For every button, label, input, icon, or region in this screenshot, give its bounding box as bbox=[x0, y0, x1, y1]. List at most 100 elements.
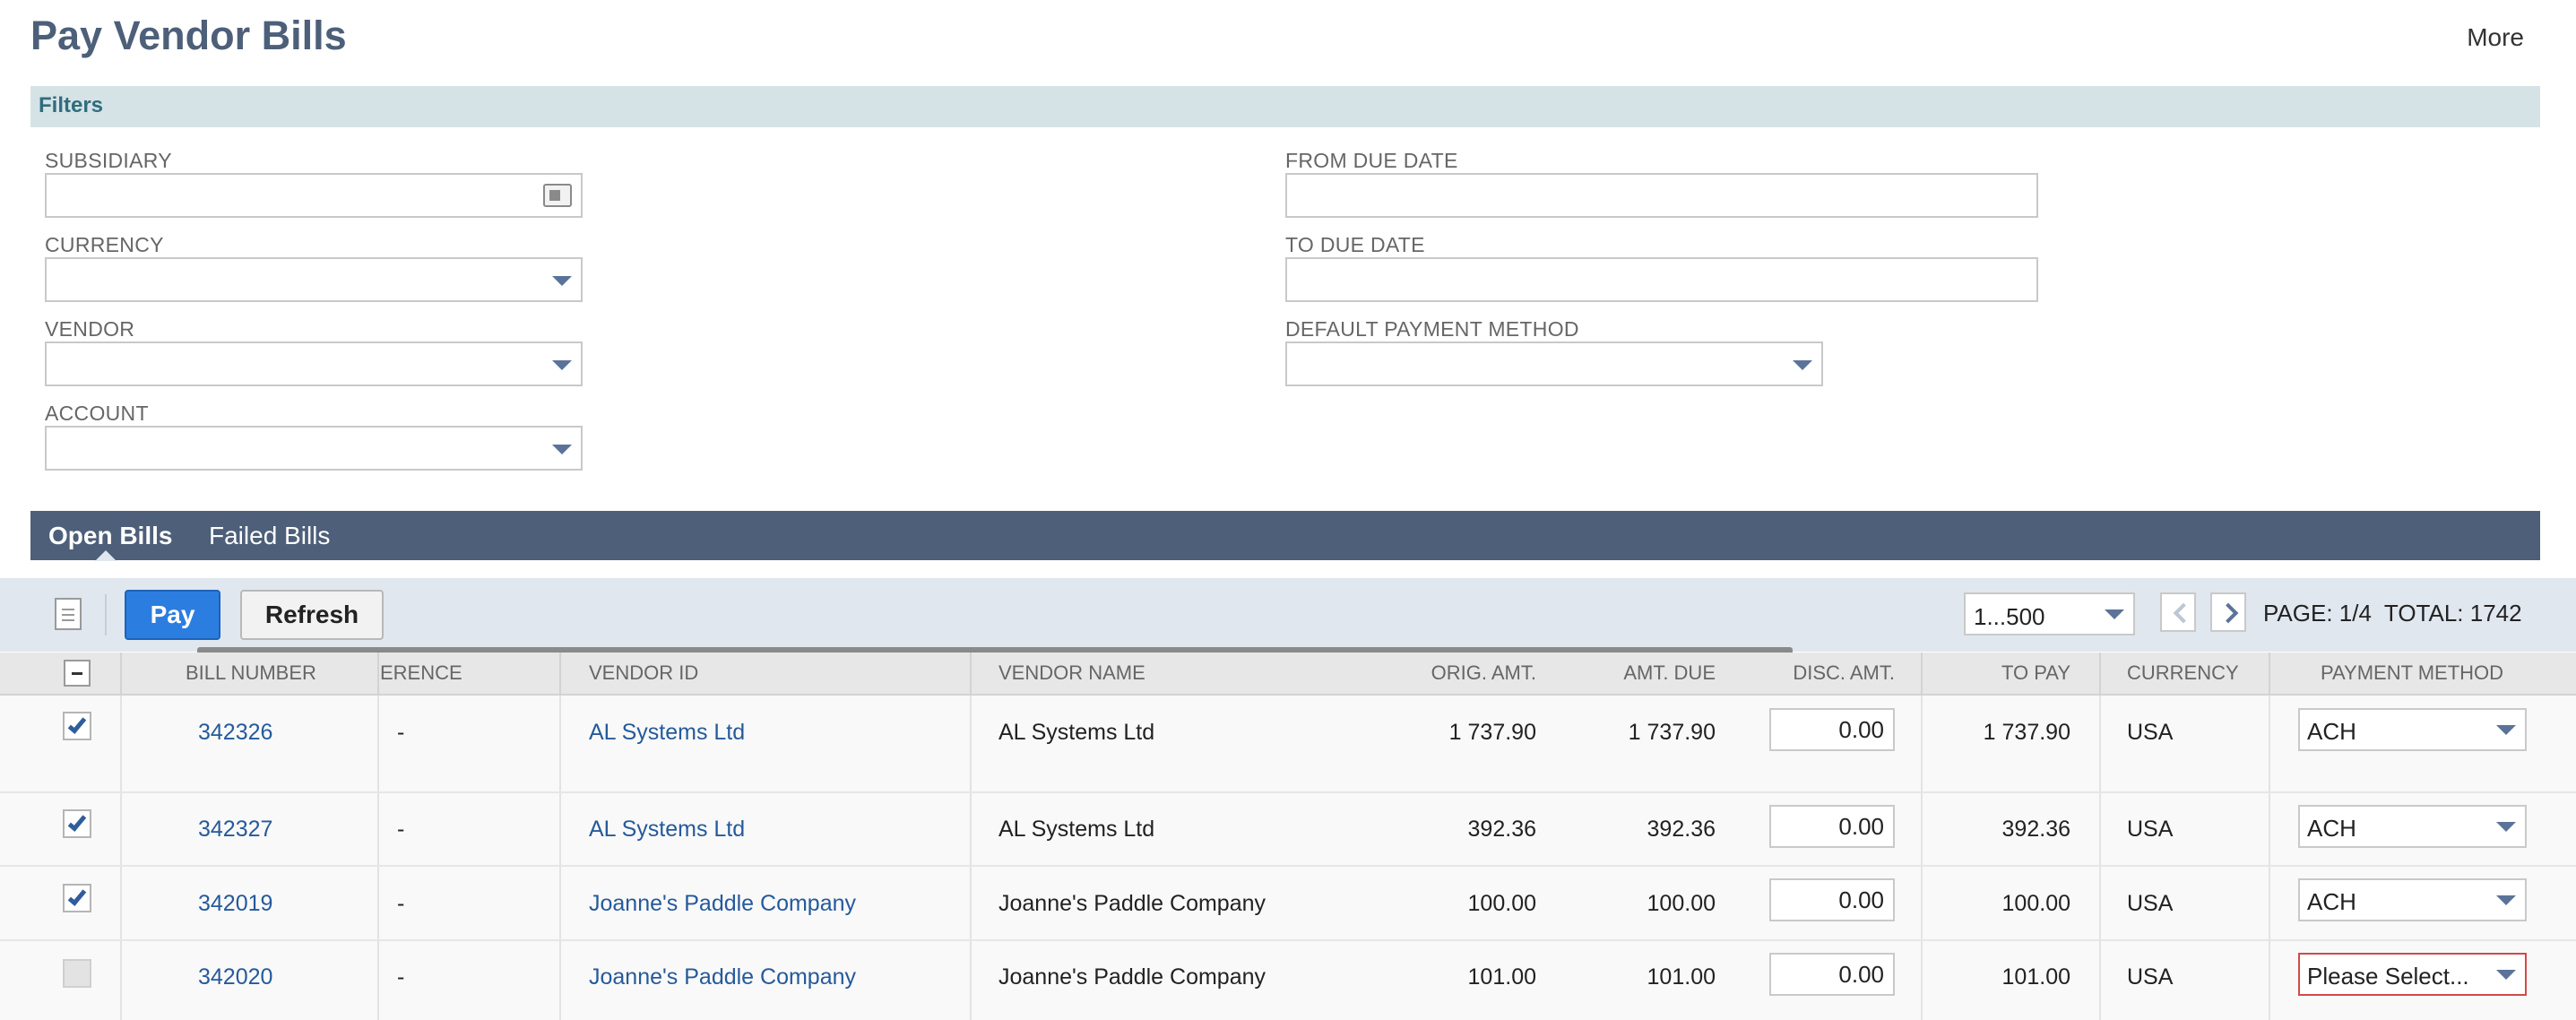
column-divider bbox=[120, 696, 122, 791]
refresh-button[interactable]: Refresh bbox=[240, 590, 384, 640]
to-due-date-label: TO DUE DATE bbox=[1285, 233, 1425, 256]
column-divider bbox=[377, 793, 379, 865]
row-checkbox[interactable] bbox=[63, 809, 91, 838]
page-range-select[interactable]: 1...500 bbox=[1964, 592, 2135, 635]
select-all-checkbox[interactable] bbox=[64, 660, 91, 687]
payment-method-value: Please Select... bbox=[2307, 963, 2469, 990]
default-payment-method-label: DEFAULT PAYMENT METHOD bbox=[1285, 317, 1579, 341]
column-divider bbox=[2269, 867, 2270, 939]
currency-select[interactable] bbox=[45, 257, 583, 302]
column-divider bbox=[1921, 653, 1923, 696]
column-divider bbox=[2099, 696, 2101, 791]
column-divider bbox=[1921, 867, 1923, 939]
column-divider bbox=[2269, 696, 2270, 791]
column-header-orig-amt[interactable]: ORIG. AMT. bbox=[1375, 661, 1536, 685]
previous-page-button[interactable] bbox=[2160, 592, 2196, 632]
to-pay-cell: 101.00 bbox=[2001, 964, 2070, 990]
column-divider bbox=[970, 696, 972, 791]
payment-method-select[interactable]: ACH bbox=[2298, 708, 2527, 751]
reference-cell: - bbox=[397, 891, 405, 916]
to-due-date-field[interactable] bbox=[1285, 257, 2038, 302]
column-divider bbox=[120, 941, 122, 1020]
column-header-currency[interactable]: CURRENCY bbox=[2127, 661, 2239, 685]
column-header-reference[interactable]: ERENCE bbox=[380, 661, 462, 685]
table-row: 342326 - AL Systems Ltd AL Systems Ltd 1… bbox=[0, 696, 2576, 793]
column-divider bbox=[970, 941, 972, 1020]
account-select[interactable] bbox=[45, 426, 583, 471]
chevron-down-icon bbox=[2105, 609, 2124, 619]
column-divider bbox=[2269, 653, 2270, 696]
column-divider bbox=[559, 793, 561, 865]
row-checkbox[interactable] bbox=[63, 884, 91, 912]
payment-method-value: ACH bbox=[2307, 815, 2356, 842]
list-picker-icon[interactable] bbox=[543, 184, 572, 207]
column-divider bbox=[2099, 867, 2101, 939]
from-due-date-field[interactable] bbox=[1285, 173, 2038, 218]
tab-failed-bills[interactable]: Failed Bills bbox=[209, 522, 330, 550]
tab-open-bills[interactable]: Open Bills bbox=[48, 522, 172, 550]
reference-cell: - bbox=[397, 964, 405, 990]
vendor-id-link[interactable]: AL Systems Ltd bbox=[589, 817, 745, 843]
bills-tabbar: Open Bills Failed Bills bbox=[30, 511, 2540, 561]
row-checkbox[interactable] bbox=[63, 712, 91, 740]
vendor-id-link[interactable]: AL Systems Ltd bbox=[589, 720, 745, 746]
row-checkbox[interactable] bbox=[63, 959, 91, 988]
currency-cell: USA bbox=[2127, 817, 2174, 842]
from-due-date-label: FROM DUE DATE bbox=[1285, 149, 1458, 172]
more-menu[interactable]: More bbox=[2467, 23, 2524, 52]
column-divider bbox=[1921, 941, 1923, 1020]
currency-cell: USA bbox=[2127, 891, 2174, 916]
bill-number-link[interactable]: 342326 bbox=[198, 720, 272, 746]
column-header-amt-due[interactable]: AMT. DUE bbox=[1554, 661, 1716, 685]
default-payment-method-select[interactable] bbox=[1285, 341, 1823, 386]
page-title: Pay Vendor Bills bbox=[30, 13, 347, 58]
subsidiary-field[interactable] bbox=[45, 173, 583, 218]
vendor-name-cell: Joanne's Paddle Company bbox=[998, 964, 1266, 990]
vendor-id-link[interactable]: Joanne's Paddle Company bbox=[589, 964, 856, 990]
checkmark-icon bbox=[67, 886, 87, 906]
chevron-down-icon bbox=[2496, 970, 2516, 980]
discount-amount-input[interactable]: 0.00 bbox=[1769, 805, 1895, 848]
column-divider bbox=[2269, 941, 2270, 1020]
column-divider bbox=[377, 696, 379, 791]
amt-due-cell: 100.00 bbox=[1647, 891, 1716, 916]
vendor-label: VENDOR bbox=[45, 317, 135, 341]
vendor-select[interactable] bbox=[45, 341, 583, 386]
discount-amount-input[interactable]: 0.00 bbox=[1769, 878, 1895, 921]
discount-amount-input[interactable]: 0.00 bbox=[1769, 953, 1895, 996]
vendor-id-link[interactable]: Joanne's Paddle Company bbox=[589, 891, 856, 917]
currency-cell: USA bbox=[2127, 964, 2174, 990]
table-row: 342020 - Joanne's Paddle Company Joanne'… bbox=[0, 941, 2576, 1020]
document-icon[interactable] bbox=[55, 598, 82, 630]
pay-button[interactable]: Pay bbox=[125, 590, 220, 640]
filters-section-header[interactable]: Filters bbox=[30, 86, 2540, 127]
payment-method-select[interactable]: ACH bbox=[2298, 805, 2527, 848]
column-header-payment-method[interactable]: PAYMENT METHOD bbox=[2273, 661, 2551, 685]
bill-number-link[interactable]: 342020 bbox=[198, 964, 272, 990]
checkmark-icon bbox=[67, 812, 87, 832]
orig-amt-cell: 392.36 bbox=[1467, 817, 1536, 842]
chevron-down-icon bbox=[2496, 895, 2516, 905]
orig-amt-cell: 100.00 bbox=[1467, 891, 1536, 916]
column-divider bbox=[559, 941, 561, 1020]
column-header-vendor-name[interactable]: VENDOR NAME bbox=[998, 661, 1145, 685]
bill-number-link[interactable]: 342327 bbox=[198, 817, 272, 843]
amt-due-cell: 101.00 bbox=[1647, 964, 1716, 990]
column-divider bbox=[377, 867, 379, 939]
discount-amount-input[interactable]: 0.00 bbox=[1769, 708, 1895, 751]
column-header-bill-number[interactable]: BILL NUMBER bbox=[186, 661, 316, 685]
column-divider bbox=[377, 941, 379, 1020]
active-tab-indicator bbox=[95, 550, 117, 561]
column-header-disc-amt[interactable]: DISC. AMT. bbox=[1733, 661, 1895, 685]
orig-amt-cell: 1 737.90 bbox=[1448, 720, 1536, 745]
table-row: 342019 - Joanne's Paddle Company Joanne'… bbox=[0, 867, 2576, 941]
column-header-to-pay[interactable]: TO PAY bbox=[1927, 661, 2070, 685]
column-header-vendor-id[interactable]: VENDOR ID bbox=[589, 661, 698, 685]
payment-method-select[interactable]: ACH bbox=[2298, 878, 2527, 921]
payment-method-select[interactable]: Please Select... bbox=[2298, 953, 2527, 996]
reference-cell: - bbox=[397, 817, 405, 842]
column-divider bbox=[120, 793, 122, 865]
next-page-button[interactable] bbox=[2210, 592, 2246, 632]
bill-number-link[interactable]: 342019 bbox=[198, 891, 272, 917]
chevron-down-icon bbox=[552, 360, 572, 370]
